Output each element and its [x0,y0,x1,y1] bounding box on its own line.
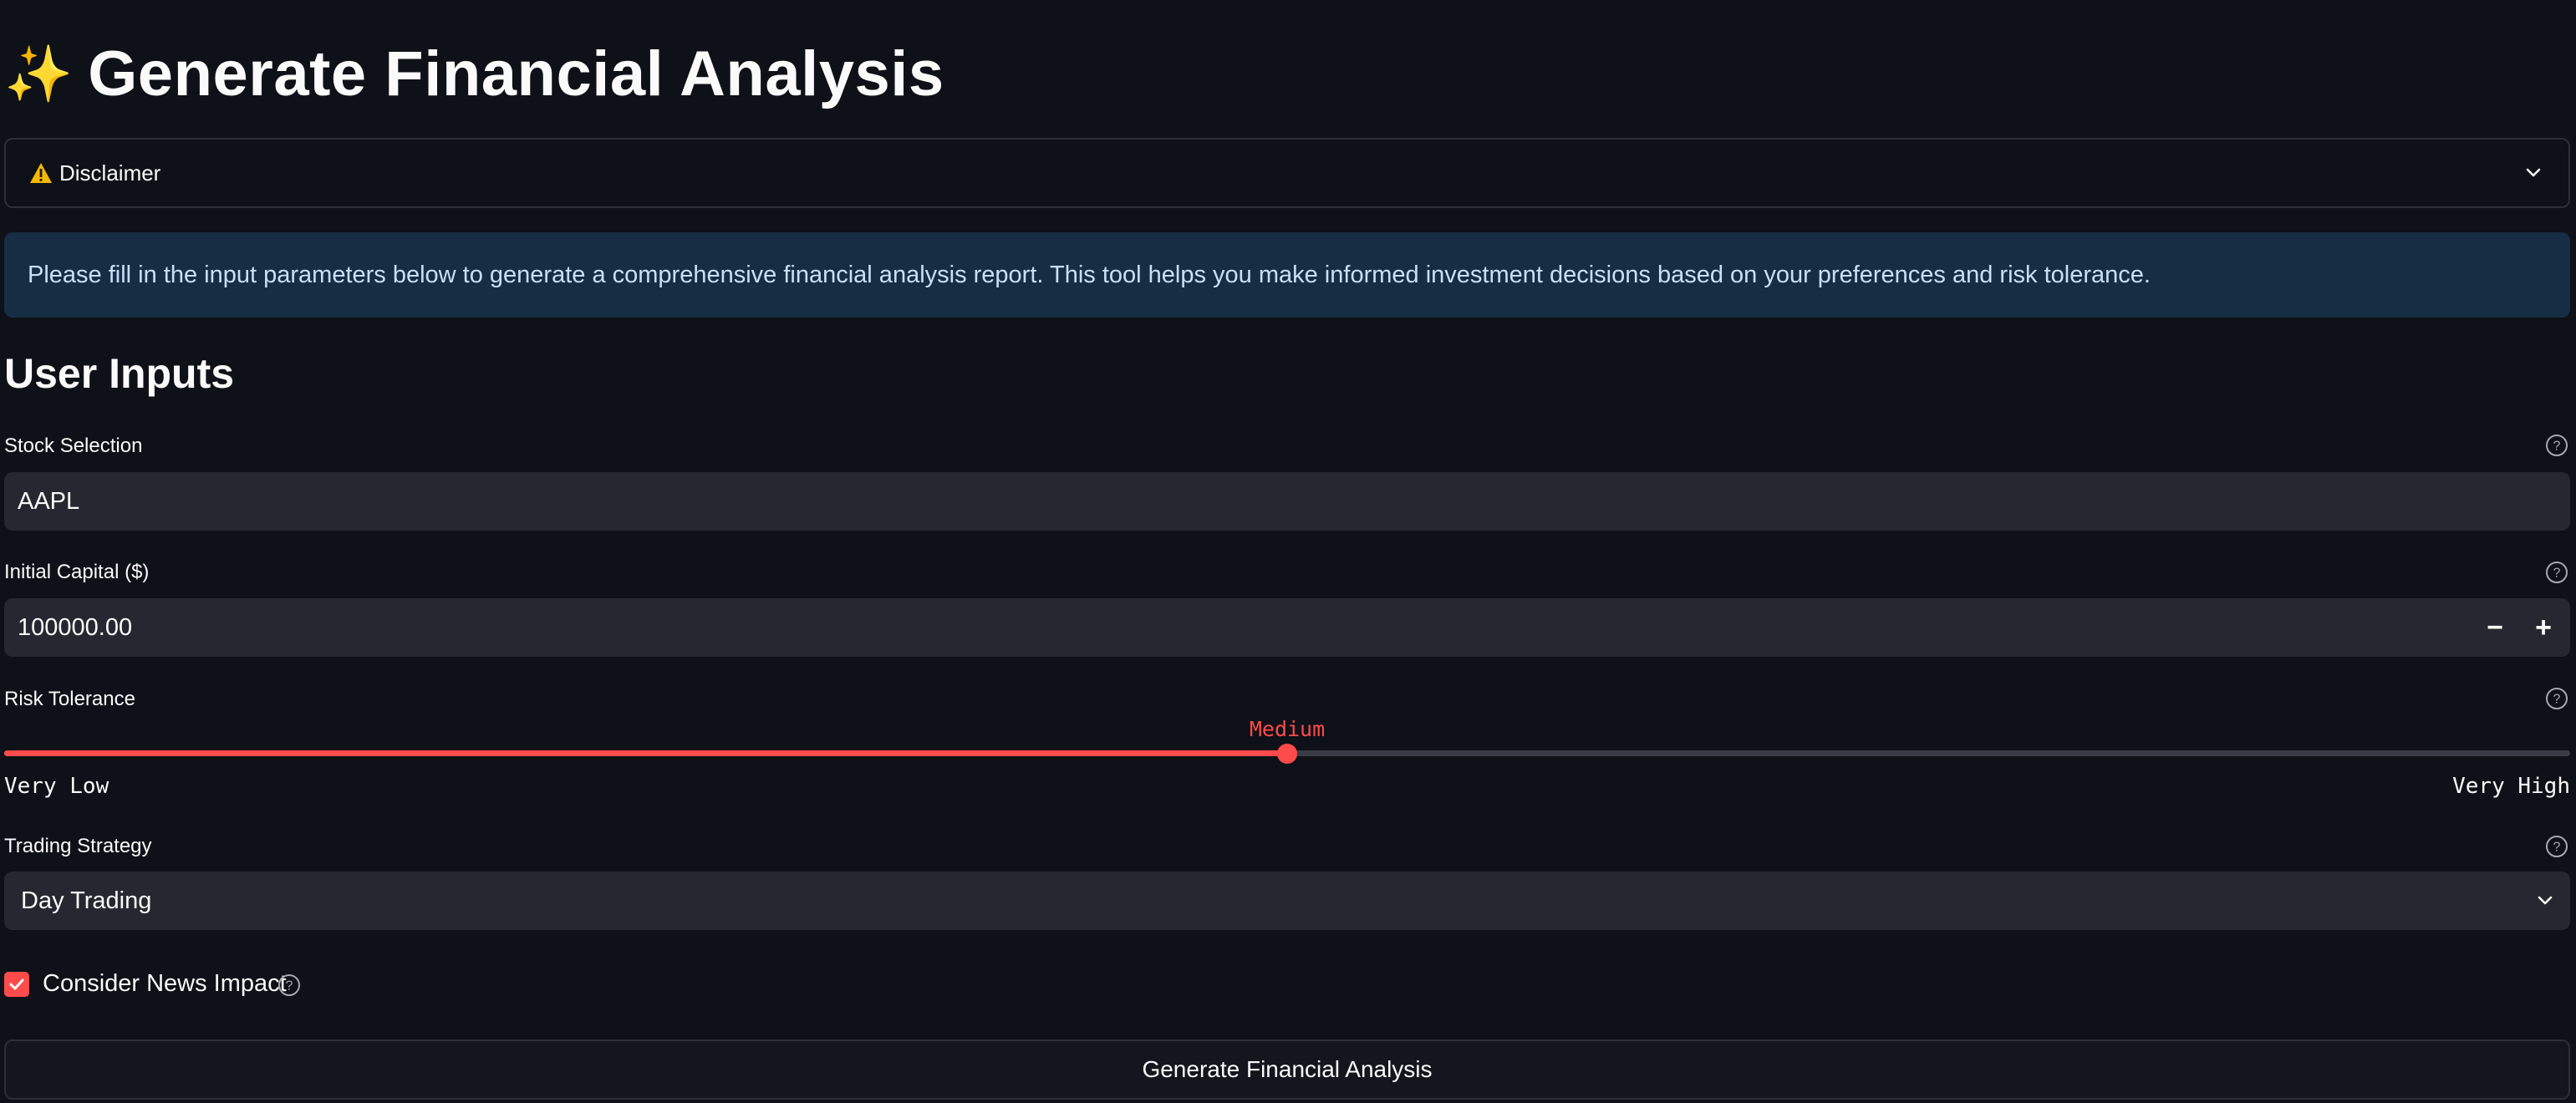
risk-tolerance-label: Risk Tolerance [4,688,135,710]
decrement-button[interactable]: − [2472,598,2518,657]
check-icon [9,978,24,990]
trading-strategy-label: Trading Strategy [4,835,152,857]
info-text: Please fill in the input parameters belo… [28,261,2151,288]
help-icon[interactable]: ? [2545,561,2568,584]
slider-fill [4,750,1287,756]
slider-max-label: Very High [2452,774,2570,799]
stock-selection-input[interactable]: AAPL [4,472,2570,531]
section-heading-user-inputs: User Inputs [4,350,235,397]
disclaimer-expander[interactable]: Disclaimer [4,138,2570,208]
slider-thumb[interactable] [1277,744,1297,764]
svg-text:?: ? [2553,693,2561,707]
generate-analysis-button[interactable]: Generate Financial Analysis [4,1039,2570,1100]
initial-capital-value: 100000.00 [18,613,133,641]
increment-button[interactable]: + [2520,598,2567,657]
help-icon[interactable]: ? [277,973,301,997]
page-title: Generate Financial Analysis [88,38,944,109]
slider-min-label: Very Low [4,774,109,799]
stock-selection-label: Stock Selection [4,435,143,457]
chevron-down-icon [2538,896,2553,905]
disclaimer-label: Disclaimer [59,160,161,186]
news-impact-label[interactable]: Consider News Impact [43,970,287,998]
info-message: Please fill in the input parameters belo… [4,232,2570,318]
title-row: ✨ Generate Financial Analysis [4,32,944,115]
trading-strategy-select[interactable]: Day Trading [4,872,2570,930]
app-container: ✨ Generate Financial Analysis Disclaimer… [0,0,2576,1103]
svg-text:?: ? [2553,567,2561,581]
risk-tolerance-value: Medium [1249,717,1326,741]
news-impact-checkbox[interactable] [4,972,29,997]
trading-strategy-value: Day Trading [21,887,152,914]
initial-capital-input[interactable]: 100000.00 − + [4,598,2570,657]
warning-icon [30,163,52,183]
svg-text:?: ? [286,979,293,994]
initial-capital-label: Initial Capital ($) [4,561,150,583]
svg-text:?: ? [2553,841,2561,855]
chevron-down-icon[interactable] [2522,161,2545,185]
stock-selection-value: AAPL [18,487,80,515]
sparkles-icon: ✨ [4,43,74,104]
help-icon[interactable]: ? [2545,687,2568,710]
svg-text:?: ? [2553,440,2561,454]
help-icon[interactable]: ? [2545,434,2568,457]
help-icon[interactable]: ? [2545,835,2568,858]
